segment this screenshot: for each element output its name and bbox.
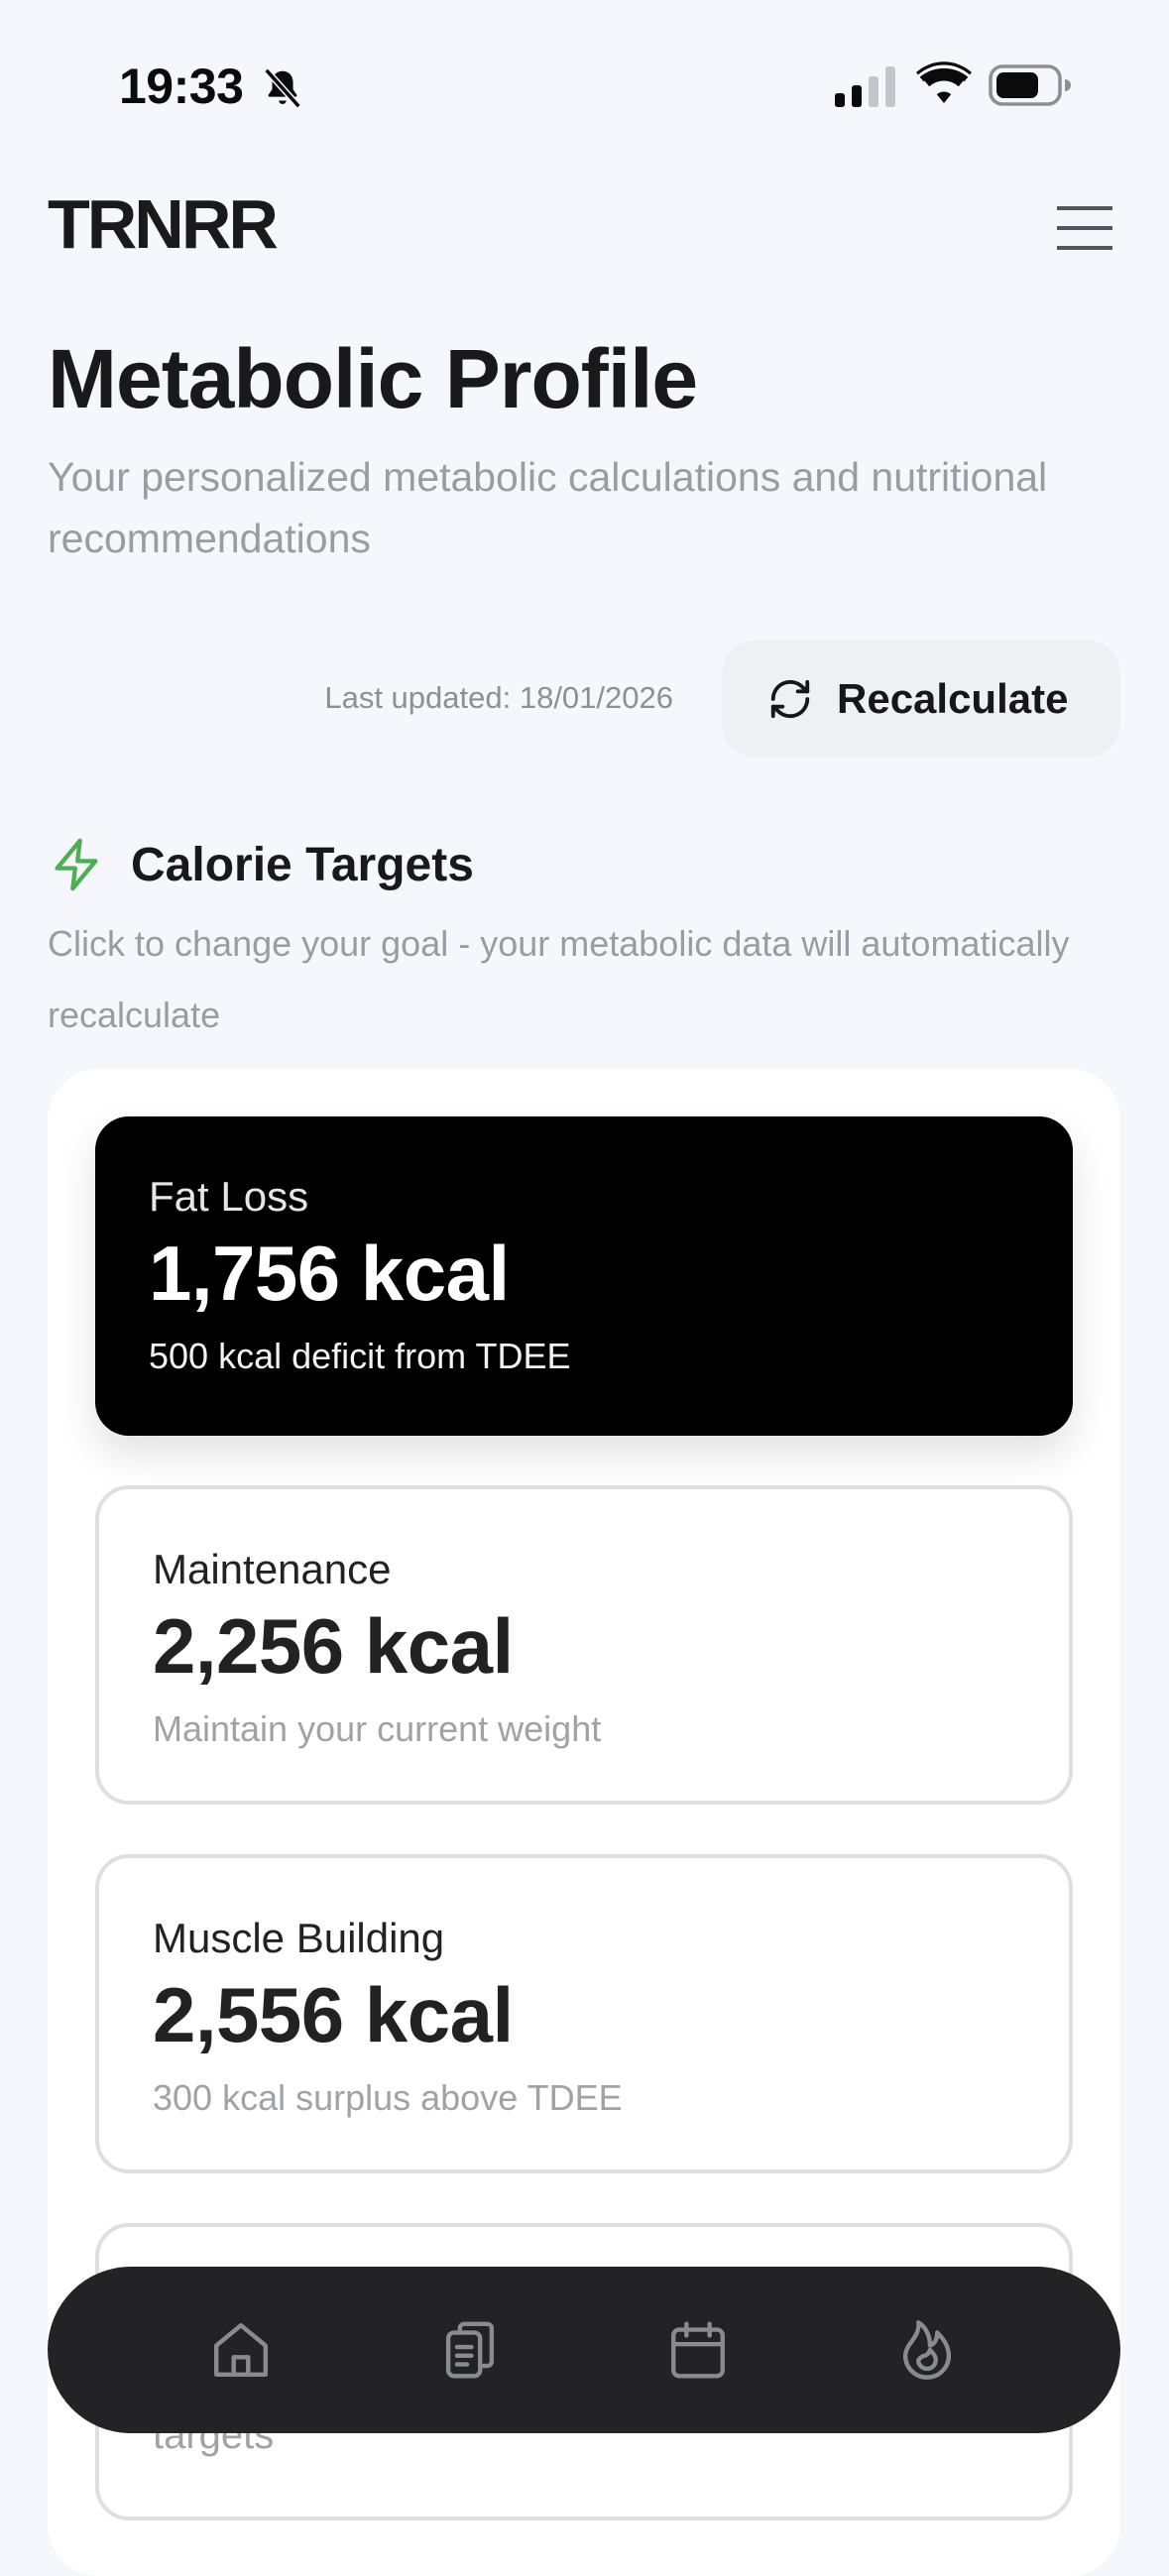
goal-kcal: 1,756 kcal: [149, 1229, 510, 1317]
home-icon: [214, 2323, 269, 2377]
battery-icon: [989, 64, 1071, 106]
goal-description: 500 kcal deficit from TDEE: [149, 1336, 571, 1376]
status-bar: 19:33: [0, 0, 1169, 169]
wifi-icon: [916, 61, 972, 103]
nav-metabolic[interactable]: [887, 2310, 967, 2390]
nav-calendar[interactable]: [658, 2310, 738, 2390]
recalculate-label: Recalculate: [837, 675, 1069, 722]
nav-home[interactable]: [201, 2310, 281, 2390]
goal-name: Maintenance: [153, 1546, 392, 1592]
nav-plans[interactable]: [430, 2310, 510, 2390]
hamburger-menu-icon[interactable]: [1055, 202, 1114, 254]
calorie-targets-header: Calorie Targets: [48, 835, 474, 894]
calorie-targets-description: Click to change your goal - your metabol…: [48, 923, 1070, 1035]
goal-card-fat-loss[interactable]: Fat Loss 1,756 kcal 500 kcal deficit fro…: [95, 1116, 1073, 1436]
goal-card-maintenance[interactable]: Maintenance 2,256 kcal Maintain your cur…: [95, 1485, 1073, 1805]
last-updated-text: Last updated: 18/01/2026: [324, 680, 673, 715]
signal-icon: [835, 66, 895, 107]
lightning-bolt-icon: [55, 838, 98, 891]
bell-muted-icon: [264, 67, 301, 109]
calorie-targets-title: Calorie Targets: [131, 838, 474, 891]
goal-description: 300 kcal surplus above TDEE: [153, 2077, 623, 2118]
goal-kcal: 2,256 kcal: [153, 1602, 514, 1690]
goal-name: Fat Loss: [149, 1173, 309, 1220]
page-subtitle: Your personalized metabolic calculations…: [48, 454, 1048, 561]
bottom-nav: [48, 2267, 1120, 2433]
goal-description: Maintain your current weight: [153, 1708, 602, 1749]
recalculate-button[interactable]: Recalculate: [722, 641, 1120, 758]
refresh-icon: [770, 679, 810, 719]
status-time: 19:33: [119, 59, 244, 114]
calendar-icon: [671, 2321, 726, 2379]
brand-logo[interactable]: TRNRR: [48, 184, 279, 264]
page-title: Metabolic Profile: [48, 332, 698, 425]
goal-card-muscle-building[interactable]: Muscle Building 2,556 kcal 300 kcal surp…: [95, 1854, 1073, 2173]
flame-icon: [902, 2320, 951, 2380]
goal-name: Muscle Building: [153, 1915, 445, 1961]
clipboard-icon: [445, 2321, 494, 2379]
goal-kcal: 2,556 kcal: [153, 1971, 514, 2058]
